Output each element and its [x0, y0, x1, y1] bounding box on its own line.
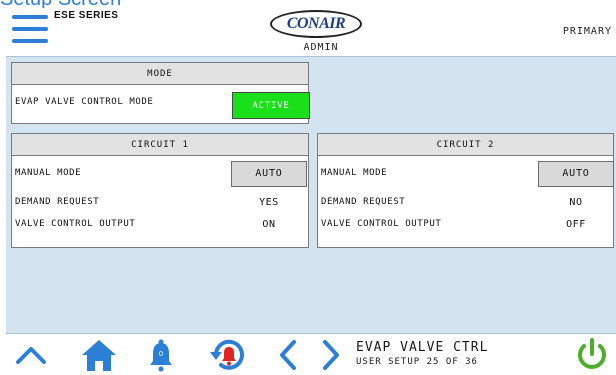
mode-panel: MODE EVAP VALVE CONTROL MODE ACTIVE	[11, 62, 310, 124]
header-bar: ESE SERIES CONAIR ADMIN PRIMARY	[6, 8, 616, 56]
circuit2-manual-mode-row: MANUAL MODE AUTO	[318, 159, 614, 187]
power-icon[interactable]	[574, 338, 610, 372]
circuit2-panel: CIRCUIT 2 MANUAL MODE AUTO DEMAND REQUES…	[317, 133, 614, 248]
home-icon[interactable]	[80, 338, 118, 372]
unit-role-label: PRIMARY	[562, 26, 612, 37]
circuit2-manual-mode-button[interactable]: AUTO	[538, 161, 614, 187]
circuit2-valve-output-label: VALVE CONTROL OUTPUT	[321, 219, 442, 229]
circuit1-demand-request-row: DEMAND REQUEST YES	[12, 191, 308, 215]
hamburger-menu-icon[interactable]	[12, 12, 48, 44]
circuit1-title: CIRCUIT 1	[12, 134, 308, 156]
alarm-bell-icon[interactable]: 0	[146, 338, 176, 372]
screen-subtitle: USER SETUP 25 OF 36	[356, 357, 478, 367]
next-arrow-icon[interactable]	[319, 338, 343, 372]
previous-arrow-icon[interactable]	[276, 338, 300, 372]
evap-valve-mode-button[interactable]: ACTIVE	[232, 92, 310, 119]
footer-nav-bar: 0 EVAP VALVE CTRL USER SETUP 25 OF 36	[6, 333, 616, 375]
circuit1-manual-mode-row: MANUAL MODE AUTO	[12, 159, 308, 187]
circuit2-valve-output-row: VALVE CONTROL OUTPUT OFF	[318, 213, 613, 237]
circuit1-manual-mode-button[interactable]: AUTO	[231, 161, 307, 187]
circuit2-title: CIRCUIT 2	[318, 134, 613, 156]
circuit2-demand-request-value: NO	[569, 197, 583, 208]
circuit1-valve-output-row: VALVE CONTROL OUTPUT ON	[12, 213, 308, 237]
circuit1-demand-request-label: DEMAND REQUEST	[15, 197, 100, 207]
mode-panel-title: MODE	[12, 63, 308, 85]
circuit1-manual-mode-label: MANUAL MODE	[15, 168, 82, 178]
circuit1-valve-output-label: VALVE CONTROL OUTPUT	[15, 219, 136, 229]
circuit1-panel: CIRCUIT 1 MANUAL MODE AUTO DEMAND REQUES…	[11, 133, 309, 248]
screen-title: EVAP VALVE CTRL	[356, 340, 489, 355]
up-arrow-icon[interactable]	[14, 338, 48, 372]
series-label: ESE SERIES	[54, 10, 119, 21]
main-content: MODE EVAP VALVE CONTROL MODE ACTIVE CIRC…	[6, 56, 616, 333]
circuit2-demand-request-label: DEMAND REQUEST	[321, 197, 406, 207]
circuit1-demand-request-value: YES	[259, 197, 279, 208]
circuit1-valve-output-value: ON	[262, 219, 276, 230]
alarm-count: 0	[158, 350, 164, 358]
circuit2-demand-request-row: DEMAND REQUEST NO	[318, 191, 613, 215]
conair-logo: CONAIR	[270, 10, 362, 38]
circuit2-valve-output-value: OFF	[566, 219, 586, 230]
circuit2-manual-mode-label: MANUAL MODE	[321, 168, 388, 178]
alarm-history-icon[interactable]	[208, 338, 248, 372]
user-level-label: ADMIN	[303, 42, 339, 53]
evap-valve-mode-label: EVAP VALVE CONTROL MODE	[15, 97, 154, 107]
evap-valve-mode-row: EVAP VALVE CONTROL MODE ACTIVE	[12, 89, 310, 119]
